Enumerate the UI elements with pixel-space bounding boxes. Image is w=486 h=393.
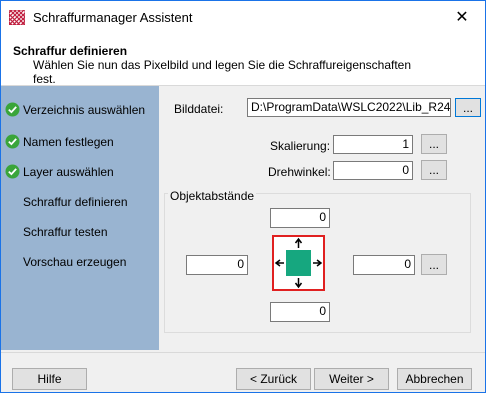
step-namen: Namen festlegen: [1, 132, 159, 152]
step-schraffur-testen: Schraffur testen: [1, 222, 159, 242]
bilddatei-field[interactable]: D:\ProgramData\WSLC2022\Lib_R24\E: [247, 98, 451, 117]
step-schraffur-definieren: Schraffur definieren: [1, 192, 159, 212]
step-label: Vorschau erzeugen: [23, 255, 127, 269]
page-description: Wählen Sie nun das Pixelbild und legen S…: [33, 58, 412, 86]
window-title: Schraffurmanager Assistent: [33, 10, 193, 25]
step-verzeichnis: Verzeichnis auswählen: [1, 100, 159, 120]
check-circle-icon: [5, 164, 20, 179]
drehwinkel-field[interactable]: 0: [333, 161, 413, 180]
browse-bilddatei-button[interactable]: ...: [455, 98, 481, 117]
wizard-header: Schraffur definieren Wählen Sie nun das …: [1, 33, 485, 86]
steps-sidebar: Verzeichnis auswählen Namen festlegen La…: [1, 86, 159, 350]
abstand-rechts-field[interactable]: 0: [353, 255, 415, 275]
abstand-oben-field[interactable]: 0: [270, 208, 330, 228]
next-button[interactable]: Weiter >: [314, 368, 389, 390]
help-button[interactable]: Hilfe: [12, 368, 87, 390]
cancel-button[interactable]: Abbrechen: [397, 368, 472, 390]
step-vorschau: Vorschau erzeugen: [1, 252, 159, 272]
step-label: Layer auswählen: [23, 165, 114, 179]
drehwinkel-button[interactable]: ...: [421, 160, 447, 180]
bilddatei-label: Bilddatei:: [174, 102, 224, 116]
abstand-links-field[interactable]: 0: [186, 255, 248, 275]
abstand-unten-field[interactable]: 0: [270, 302, 330, 322]
skalierung-field[interactable]: 1: [333, 135, 413, 154]
title-bar: Schraffurmanager Assistent ✕: [1, 1, 485, 33]
check-circle-icon: [5, 134, 20, 149]
hatch-pattern-icon: [9, 10, 25, 25]
page-title: Schraffur definieren: [13, 44, 128, 58]
hatch-preview-icon: [274, 237, 323, 289]
skalierung-label: Skalierung:: [270, 139, 331, 153]
step-label: Verzeichnis auswählen: [23, 103, 146, 117]
step-label: Namen festlegen: [23, 135, 114, 149]
group-title: Objektabstände: [168, 189, 257, 203]
wizard-window: Schraffurmanager Assistent ✕ Schraffur d…: [0, 0, 486, 393]
skalierung-button[interactable]: ...: [421, 134, 447, 154]
close-icon: ✕: [455, 9, 469, 26]
check-circle-icon: [5, 102, 20, 117]
hatch-preview: [272, 235, 325, 291]
abstand-button[interactable]: ...: [421, 254, 447, 275]
drehwinkel-label: Drehwinkel:: [268, 165, 331, 179]
footer-separator: [1, 352, 485, 353]
step-label: Schraffur testen: [23, 225, 108, 239]
close-button[interactable]: ✕: [439, 1, 485, 33]
back-button[interactable]: < Zurück: [236, 368, 311, 390]
step-layer: Layer auswählen: [1, 162, 159, 182]
step-label: Schraffur definieren: [23, 195, 128, 209]
